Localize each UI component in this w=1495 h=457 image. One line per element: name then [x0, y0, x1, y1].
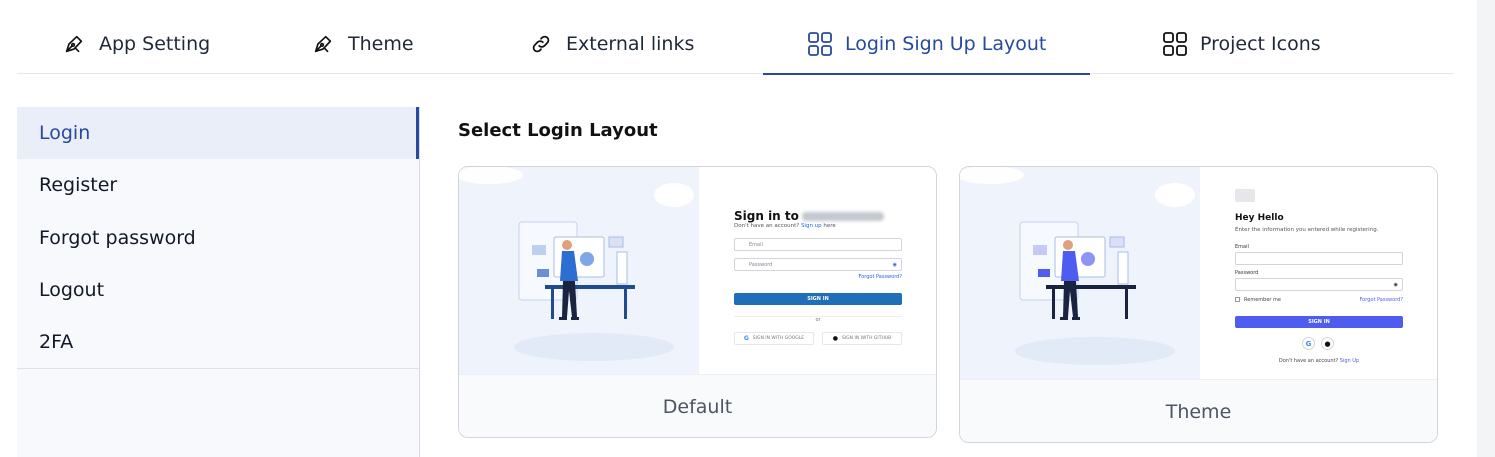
- preview-signup-text: Don't have an account? Sign Up: [1278, 358, 1360, 364]
- github-icon: ●: [832, 335, 838, 342]
- link-icon: [528, 31, 554, 57]
- sidebar-item-login[interactable]: Login: [17, 107, 419, 160]
- sidebar-item-logout[interactable]: Logout: [17, 264, 419, 316]
- sidebar-item-register[interactable]: Register: [17, 159, 419, 211]
- preview-password-label: Password: [1235, 270, 1259, 276]
- preview-password-input: Password ◉: [734, 258, 902, 271]
- tab-label: Theme: [348, 33, 414, 55]
- grid-icon: [807, 31, 833, 57]
- layout-preview-default: Sign in to Don't have an account? Sign u…: [459, 167, 936, 374]
- login-form-preview: Hey Hello Enter the information you ente…: [1199, 167, 1437, 379]
- settings-page: App Setting Theme External links Login S…: [0, 0, 1495, 457]
- login-form-preview: Sign in to Don't have an account? Sign u…: [698, 167, 936, 374]
- tab-label: Project Icons: [1200, 33, 1321, 55]
- preview-signin-button: SIGN IN: [734, 293, 902, 305]
- layout-card-caption: Default: [459, 374, 936, 437]
- sidebar: Login Register Forgot password Logout 2F…: [17, 107, 420, 457]
- preview-remember-checkbox: Remember me: [1235, 297, 1281, 303]
- layout-card-default[interactable]: Sign in to Don't have an account? Sign u…: [458, 166, 937, 438]
- tab-app-setting[interactable]: App Setting: [61, 14, 210, 74]
- page-title: Select Login Layout: [458, 120, 658, 141]
- preview-or-divider: or: [734, 316, 902, 323]
- grid-icon: [1162, 31, 1188, 57]
- preview-subtitle: Don't have an account? Sign up here: [734, 223, 836, 229]
- github-icon: ●: [1321, 337, 1334, 350]
- preview-subtitle: Enter the information you entered while …: [1235, 227, 1379, 233]
- layout-preview-theme: Hey Hello Enter the information you ente…: [960, 167, 1437, 379]
- tab-theme[interactable]: Theme: [310, 14, 414, 74]
- preview-title: Sign in to: [734, 209, 884, 223]
- scrollbar-track[interactable]: [1477, 0, 1495, 457]
- preview-email-input: Email: [734, 238, 902, 251]
- google-icon: G: [1302, 337, 1315, 350]
- preview-title: Hey Hello: [1235, 213, 1284, 223]
- preview-forgot-link: Forgot Password?: [858, 274, 902, 280]
- pen-icon: [61, 31, 87, 57]
- blurred-brand-name: [801, 212, 884, 221]
- preview-forgot-link: Forgot Password?: [1359, 297, 1403, 303]
- sidebar-item-forgot-password[interactable]: Forgot password: [17, 212, 419, 264]
- preview-email-label: Email: [1235, 244, 1249, 250]
- tab-login-signup-layout[interactable]: Login Sign Up Layout: [762, 14, 1091, 75]
- tab-label: External links: [566, 33, 695, 55]
- layout-card-theme[interactable]: Hey Hello Enter the information you ente…: [959, 166, 1438, 443]
- preview-email-input: [1235, 252, 1403, 265]
- eye-icon: ◉: [1393, 281, 1398, 288]
- logo-placeholder-icon: [1235, 189, 1255, 202]
- sidebar-list: Login Register Forgot password Logout 2F…: [17, 107, 419, 370]
- eye-icon: ◉: [892, 261, 897, 268]
- settings-tabs: App Setting Theme External links Login S…: [17, 14, 1453, 75]
- preview-github-button: ● SIGN IN WITH GITHUB: [822, 332, 902, 345]
- preview-password-input: ◉: [1235, 278, 1403, 291]
- tab-label: Login Sign Up Layout: [845, 33, 1047, 55]
- sidebar-item-2fa[interactable]: 2FA: [17, 316, 419, 368]
- tab-label: App Setting: [99, 33, 211, 55]
- layout-card-caption: Theme: [960, 379, 1437, 442]
- illustration-image: [459, 167, 699, 374]
- preview-signin-button: SIGN IN: [1235, 316, 1403, 328]
- preview-google-button: G SIGN IN WITH GOOGLE: [734, 332, 814, 345]
- pen-icon: [310, 31, 336, 57]
- google-icon: G: [743, 335, 749, 342]
- tab-external-links[interactable]: External links: [528, 14, 694, 74]
- tab-project-icons[interactable]: Project Icons: [1162, 14, 1321, 74]
- illustration-image: [960, 167, 1200, 379]
